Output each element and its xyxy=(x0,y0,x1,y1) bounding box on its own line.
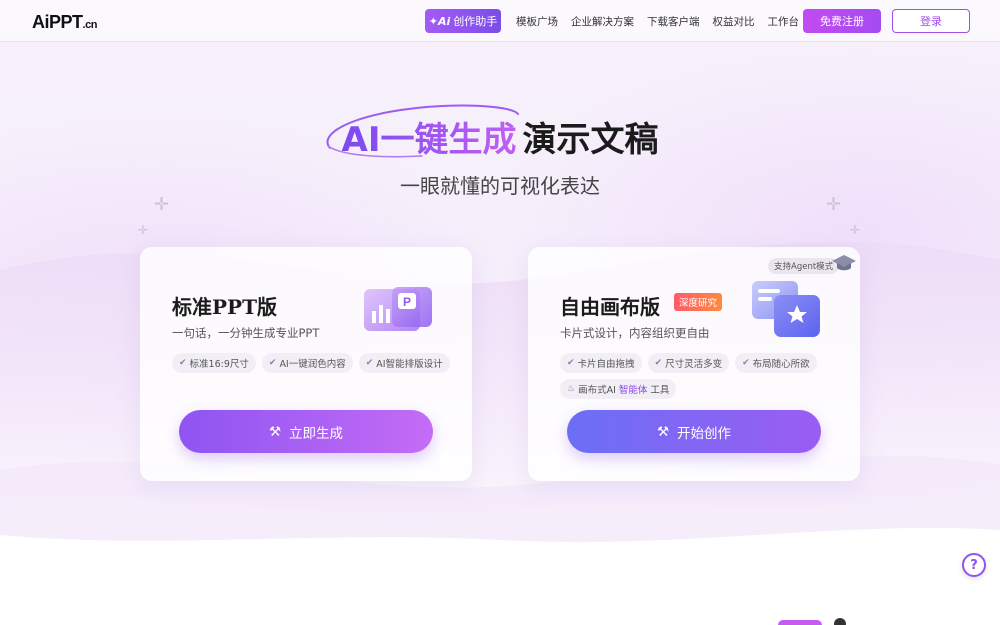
feature-tag: ✔ 卡片自由拖拽 xyxy=(560,353,642,373)
hero-title-highlight: AI一键生成 xyxy=(341,120,517,160)
card-title: 标准PPT版 xyxy=(172,295,277,319)
hero-title-rest: 演示文稿 xyxy=(522,120,659,160)
ai-assistant-button[interactable]: ✦Ai 创作助手 xyxy=(425,9,501,33)
footer-avatar[interactable] xyxy=(834,618,846,625)
check-icon: ✔ xyxy=(567,358,575,368)
start-creating-button[interactable]: ⚒ 开始创作 xyxy=(567,410,821,453)
check-icon: ✔ xyxy=(365,358,374,368)
fire-icon: ♨ xyxy=(567,384,576,394)
nav-workspace[interactable]: 工作台 xyxy=(768,14,800,29)
feature-tags: ✔ 卡片自由拖拽 ✔ 尺寸灵活多变 ✔ 布局随心所欲 ♨ 画布式AI 智能体 工具 xyxy=(560,353,840,399)
free-canvas-card[interactable]: 支持Agent模式 自由画布版 深度研究 卡片式设计，内容组织更自由 ✔ 卡片自由… xyxy=(528,247,860,481)
ppt-chart-icon: P xyxy=(364,287,432,331)
footer-pill-button[interactable] xyxy=(778,620,822,625)
nav-enterprise-solutions[interactable]: 企业解决方案 xyxy=(571,14,634,29)
sparkle-icon: ✛ xyxy=(138,223,149,237)
hero-subtitle: 一眼就懂的可视化表达 xyxy=(400,174,600,198)
graduation-cap-icon xyxy=(832,255,856,271)
sparkle-icon: ✛ xyxy=(850,223,861,237)
check-icon: ✔ xyxy=(268,358,277,368)
help-button[interactable]: ? xyxy=(962,553,986,577)
sparkle-icon: ✛ xyxy=(826,194,842,215)
main-nav: 模板广场 企业解决方案 下载客户端 权益对比 工作台 xyxy=(516,14,799,29)
magic-wand-icon: ⚒ xyxy=(268,423,282,440)
ai-sparkle-icon: ✦Ai xyxy=(428,14,451,28)
agent-mode-badge: 支持Agent模式 xyxy=(768,258,840,274)
question-icon: ? xyxy=(970,557,978,573)
magic-wand-icon: ⚒ xyxy=(656,423,670,440)
feature-tag: ✔ 标准16:9尺寸 xyxy=(172,353,256,373)
star-cards-icon xyxy=(752,281,820,337)
feature-tag: ✔ 尺寸灵活多变 xyxy=(647,353,730,373)
aippt-logo[interactable]: AiPPT.cn xyxy=(32,12,97,33)
register-button[interactable]: 免费注册 xyxy=(803,9,881,33)
sparkle-icon: ✛ xyxy=(154,194,170,215)
nav-template-square[interactable]: 模板广场 xyxy=(516,14,558,29)
nav-benefits-compare[interactable]: 权益对比 xyxy=(713,14,755,29)
generate-now-button[interactable]: ⚒ 立即生成 xyxy=(179,410,433,453)
feature-tag: ✔ AI一键润色内容 xyxy=(261,353,353,373)
standard-ppt-card[interactable]: 标准PPT版 一句话，一分钟生成专业PPT P ✔ 标准16:9尺寸 ✔ AI一键润… xyxy=(140,247,472,481)
card-title: 自由画布版 xyxy=(560,295,660,319)
hero-title: AI一键生成 演示文稿 xyxy=(0,112,1000,161)
feature-tag: ✔ AI智能排版设计 xyxy=(358,353,450,373)
check-icon: ✔ xyxy=(179,358,187,368)
card-description: 一句话，一分钟生成专业PPT xyxy=(172,326,320,340)
check-icon: ✔ xyxy=(742,358,750,368)
svg-text:P: P xyxy=(403,295,411,309)
check-icon: ✔ xyxy=(654,358,663,368)
feature-tag-agent-tool: ♨ 画布式AI 智能体 工具 xyxy=(560,379,677,399)
card-description: 卡片式设计，内容组织更自由 xyxy=(560,326,710,340)
deep-research-badge: 深度研究 xyxy=(674,293,723,311)
feature-tags: ✔ 标准16:9尺寸 ✔ AI一键润色内容 ✔ AI智能排版设计 xyxy=(172,353,452,373)
login-button[interactable]: 登录 xyxy=(892,9,970,33)
nav-download-client[interactable]: 下载客户端 xyxy=(647,14,700,29)
feature-tag: ✔ 布局随心所欲 xyxy=(735,353,817,373)
top-navbar: AiPPT.cn ✦Ai 创作助手 模板广场 企业解决方案 下载客户端 权益对比… xyxy=(0,0,1000,42)
